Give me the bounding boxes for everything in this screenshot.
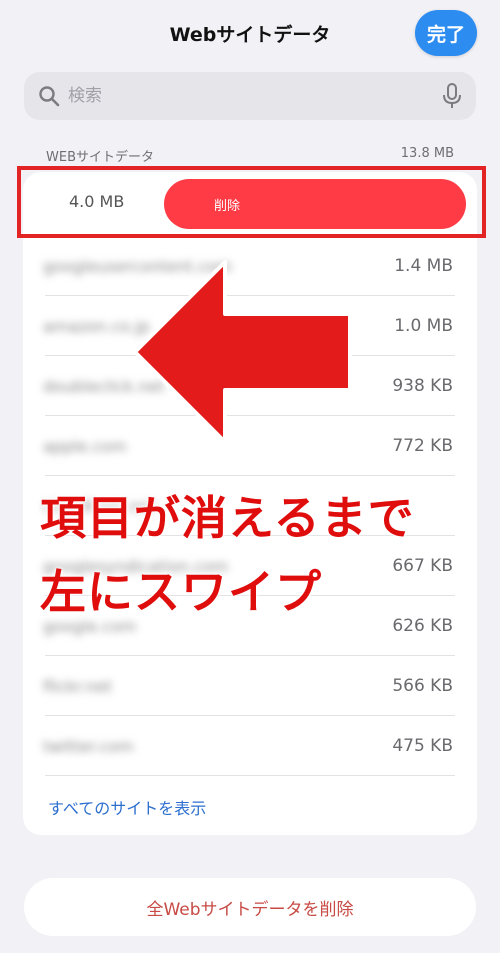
row-size: 626 KB [392,616,453,636]
list-item[interactable]: flickr.net 566 KB [23,656,477,716]
microphone-icon[interactable] [442,83,462,109]
row-size: 772 KB [392,436,453,456]
section-header: WEBサイトデータ 13.8 MB [46,146,454,165]
annotation-line-1: 項目が消えるまで [40,491,415,545]
search-input[interactable] [68,86,442,106]
site-name: flickr.net [43,676,113,696]
row-size: 1.4 MB [394,256,453,276]
row-size: 1.0 MB [394,316,453,336]
site-name: twitter.com [43,736,134,756]
site-name: apple.com [43,436,127,456]
row-size: 938 KB [392,376,453,396]
list-item[interactable]: twitter.com 475 KB [23,716,477,776]
highlight-box [17,166,486,238]
annotation-line-2: 左にスワイプ [40,565,322,619]
section-label: WEBサイトデータ [46,150,154,165]
row-size: 475 KB [392,736,453,756]
done-button[interactable]: 完了 [415,10,477,56]
delete-all-button[interactable]: 全Webサイトデータを削除 [24,878,476,936]
search-bar[interactable] [24,72,476,120]
section-total: 13.8 MB [400,146,454,161]
show-all-sites-link[interactable]: すべてのサイトを表示 [48,795,206,819]
row-size: 566 KB [392,676,453,696]
search-icon [39,86,60,107]
left-arrow-icon [133,260,352,444]
divider [45,775,455,776]
row-size: 667 KB [392,556,453,576]
